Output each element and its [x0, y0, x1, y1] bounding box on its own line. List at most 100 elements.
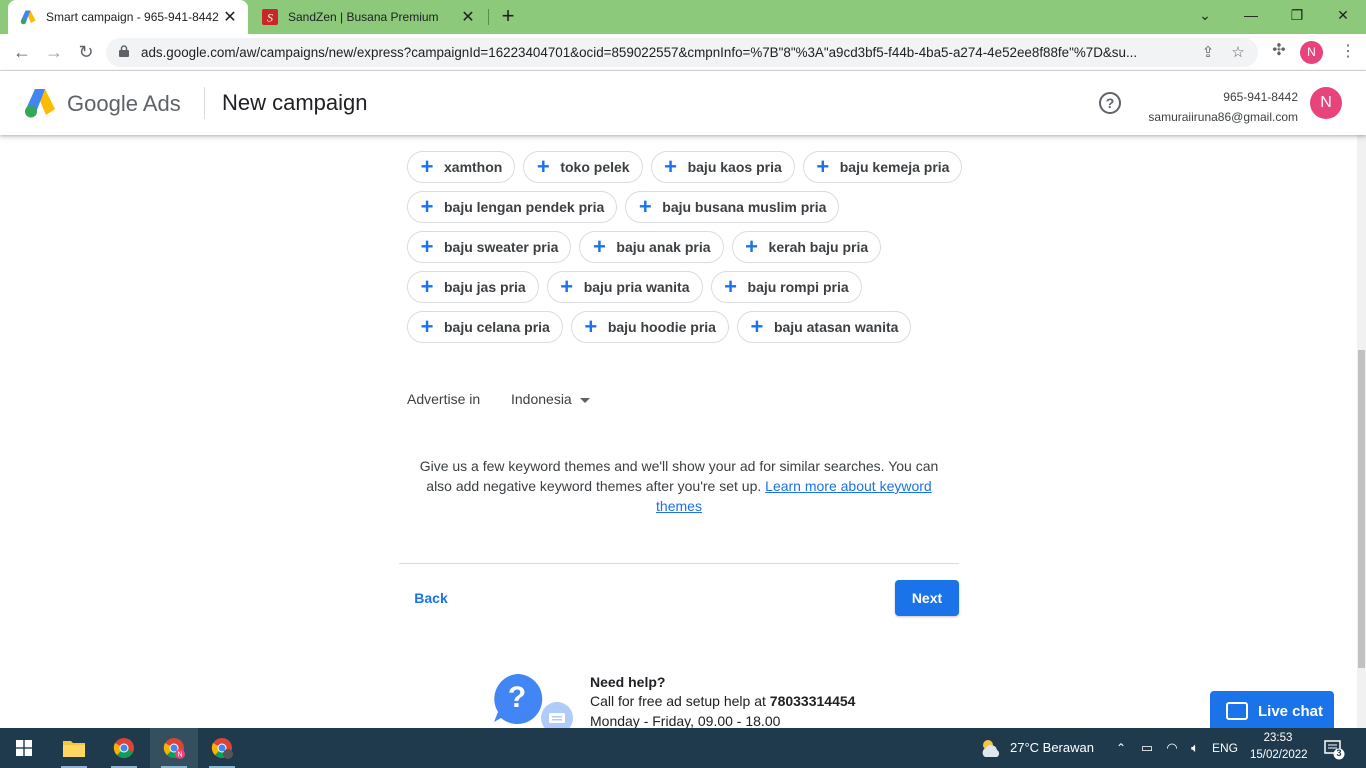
location-dropdown[interactable]: Indonesia — [511, 391, 590, 407]
next-button[interactable]: Next — [895, 580, 959, 616]
chip-row: + baju jas pria + baju pria wanita + baju r… — [407, 271, 967, 303]
tab-separator — [488, 9, 489, 25]
close-tab-icon[interactable]: ✕ — [458, 7, 478, 27]
keyword-chip[interactable]: + xamthon — [407, 151, 516, 183]
notification-center-icon[interactable]: 3 — [1323, 738, 1345, 760]
chip-row: + xamthon + toko pelek + baju kaos pria + ba… — [407, 151, 967, 183]
chat-icon — [1226, 702, 1248, 720]
language-indicator[interactable]: ENG — [1212, 728, 1238, 768]
account-avatar[interactable]: N — [1310, 87, 1342, 119]
keyword-chip[interactable]: + kerah baju pria — [731, 231, 882, 263]
header-divider — [204, 87, 205, 119]
chrome-profile-2-icon[interactable] — [198, 728, 246, 768]
forward-arrow-icon[interactable]: → — [41, 39, 67, 65]
share-icon[interactable]: ⇪ — [1198, 43, 1218, 63]
call-prefix: Call for free ad setup help at — [590, 693, 766, 709]
minimize-icon[interactable]: — — [1228, 0, 1274, 30]
phone-number[interactable]: 78033314454 — [770, 693, 856, 709]
reload-icon[interactable]: ↻ — [73, 39, 99, 65]
plus-icon: + — [420, 154, 434, 179]
keyword-chip[interactable]: + toko pelek — [523, 151, 643, 183]
google-ads-logo-icon[interactable] — [24, 88, 56, 118]
bookmark-star-icon[interactable]: ☆ — [1228, 43, 1248, 63]
plus-icon: + — [420, 194, 434, 219]
system-clock[interactable]: 23:53 15/02/2022 — [1250, 730, 1308, 764]
wifi-icon[interactable]: ◠ — [1163, 738, 1181, 758]
browser-profile-avatar[interactable]: N — [1300, 41, 1323, 64]
keyword-chip[interactable]: + baju rompi pria — [710, 271, 862, 303]
back-arrow-icon[interactable]: ← — [9, 39, 35, 65]
chip-row: + baju celana pria + baju hoodie pria + baj… — [407, 311, 967, 343]
google-ads-favicon — [20, 9, 36, 25]
plus-icon: + — [584, 314, 598, 339]
tab-search-icon[interactable]: ⌄ — [1182, 0, 1228, 30]
address-bar[interactable]: ads.google.com/aw/campaigns/new/express?… — [106, 38, 1258, 67]
plus-icon: + — [745, 234, 758, 259]
restore-icon[interactable]: ❐ — [1274, 0, 1320, 30]
brand-name: Google Ads — [67, 91, 181, 116]
chip-label: baju atasan wanita — [773, 319, 899, 335]
keyword-chip[interactable]: + baju celana pria — [407, 311, 563, 343]
tab-sandzen[interactable]: S SandZen | Busana Premium ✕ — [250, 0, 486, 34]
help-icon[interactable]: ? — [1099, 92, 1121, 114]
plus-icon: + — [560, 274, 574, 299]
keyword-chip[interactable]: + baju kemeja pria — [802, 151, 963, 183]
keyword-chip[interactable]: + baju kaos pria — [650, 151, 795, 183]
lock-icon — [119, 45, 131, 60]
keyword-chip[interactable]: + baju busana muslim pria — [625, 191, 840, 223]
account-email[interactable]: samuraiiruna86@gmail.com — [1148, 110, 1298, 124]
clock-time: 23:53 — [1263, 732, 1293, 744]
support-hours: Monday - Friday, 09.00 - 18.00 — [590, 713, 781, 729]
google-ads-header: Google Ads New campaign ? 965-941-8442 s… — [0, 71, 1366, 135]
svg-text:?: ? — [508, 681, 526, 714]
scrollbar-thumb[interactable] — [1358, 350, 1365, 668]
chip-label: baju jas pria — [444, 279, 526, 295]
chrome-icon[interactable] — [100, 728, 148, 768]
keyword-chip[interactable]: + baju hoodie pria — [570, 311, 729, 343]
page-title: New campaign — [222, 90, 368, 115]
keyword-chip[interactable]: + baju anak pria — [579, 231, 724, 263]
back-button[interactable]: Back — [407, 581, 455, 615]
chip-label: baju lengan pendek pria — [444, 199, 605, 215]
keyword-chip[interactable]: + baju sweater pria — [407, 231, 572, 263]
keyword-chip[interactable]: + baju pria wanita — [546, 271, 703, 303]
call-help-line: Call for free ad setup help at 780333144… — [590, 693, 855, 709]
keyword-chip[interactable]: + baju atasan wanita — [736, 311, 912, 343]
svg-text:S: S — [267, 11, 273, 25]
clock-date: 15/02/2022 — [1250, 749, 1308, 761]
browser-menu-icon[interactable]: ⋮ — [1340, 41, 1356, 63]
volume-icon[interactable]: 🔈︎ — [1186, 738, 1204, 758]
weather-icon[interactable] — [979, 737, 1003, 759]
windows-start-icon[interactable] — [0, 728, 48, 768]
chip-label: baju celana pria — [444, 319, 550, 335]
chip-label: baju sweater pria — [444, 239, 559, 255]
live-chat-label: Live chat — [1258, 702, 1324, 720]
keyword-chip[interactable]: + baju lengan pendek pria — [407, 191, 618, 223]
show-hidden-icons[interactable]: ⌃ — [1116, 728, 1126, 768]
need-help-title: Need help? — [590, 674, 666, 690]
windows-taskbar: N 27°C Berawan ⌃ ENG — [0, 728, 1366, 768]
chip-label: baju kaos pria — [687, 159, 782, 175]
battery-icon[interactable]: ▭ — [1138, 738, 1156, 758]
file-explorer-icon[interactable] — [50, 728, 98, 768]
browser-tab-strip: Smart campaign - 965-941-8442 ✕ S SandZe… — [0, 0, 1366, 34]
plus-icon: + — [816, 154, 830, 179]
svg-text:N: N — [177, 752, 182, 759]
new-tab-icon[interactable]: + — [496, 5, 520, 29]
plus-icon: + — [420, 314, 434, 339]
plus-icon: + — [420, 274, 434, 299]
extensions-puzzle-icon[interactable]: ✣ — [1268, 40, 1290, 62]
live-chat-button[interactable]: Live chat — [1210, 691, 1334, 731]
chip-label: baju anak pria — [616, 239, 711, 255]
weather-text[interactable]: 27°C Berawan — [1010, 728, 1094, 768]
chip-label: kerah baju pria — [768, 239, 869, 255]
account-id[interactable]: 965-941-8442 — [1223, 90, 1298, 104]
chrome-profile-icon[interactable]: N — [150, 728, 198, 768]
close-tab-icon[interactable]: ✕ — [220, 7, 240, 27]
tab-smart-campaign[interactable]: Smart campaign - 965-941-8442 ✕ — [8, 0, 248, 34]
plus-icon: + — [750, 314, 764, 339]
close-window-icon[interactable]: ✕ — [1320, 0, 1366, 30]
keyword-chip[interactable]: + baju jas pria — [407, 271, 539, 303]
notification-count: 3 — [1336, 748, 1342, 758]
tab-title: SandZen | Busana Premium — [288, 10, 439, 24]
